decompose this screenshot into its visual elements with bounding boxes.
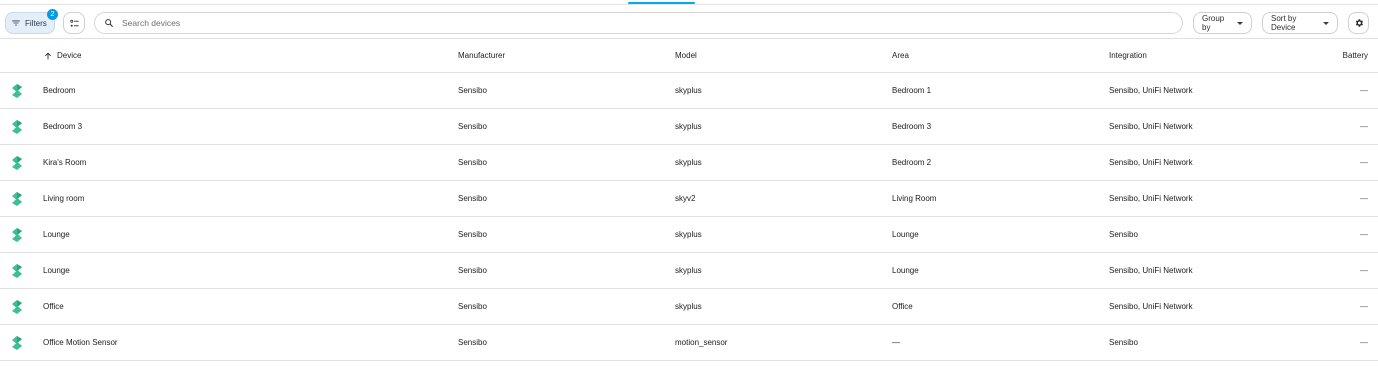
device-area: Bedroom 2 xyxy=(892,158,932,167)
device-name: Bedroom 3 xyxy=(43,122,83,131)
device-model: skyplus xyxy=(675,158,702,167)
table-row[interactable]: Kira's Room Sensibo skyplus Bedroom 2 Se… xyxy=(0,145,1378,181)
sensibo-logo-icon xyxy=(10,217,24,252)
sort-by-button[interactable]: Sort by Device xyxy=(1262,12,1338,34)
device-name: Office Motion Sensor xyxy=(43,338,118,347)
device-area: Office xyxy=(892,302,913,311)
device-battery: — xyxy=(1360,194,1368,203)
device-manufacturer: Sensibo xyxy=(458,230,487,239)
sort-by-label: Sort by Device xyxy=(1271,14,1297,32)
device-model: skyplus xyxy=(675,86,702,95)
device-battery: — xyxy=(1360,302,1368,311)
device-table-body: Bedroom Sensibo skyplus Bedroom 1 Sensib… xyxy=(0,73,1378,361)
sensibo-logo-icon xyxy=(10,109,24,144)
device-area: Lounge xyxy=(892,230,919,239)
device-integration: Sensibo, UniFi Network xyxy=(1109,302,1193,311)
device-area: Lounge xyxy=(892,266,919,275)
filters-count-badge: 2 xyxy=(47,9,58,20)
device-manufacturer: Sensibo xyxy=(458,86,487,95)
list-checks-icon xyxy=(69,19,79,27)
table-row[interactable]: Bedroom 3 Sensibo skyplus Bedroom 3 Sens… xyxy=(0,109,1378,145)
device-manufacturer: Sensibo xyxy=(458,122,487,131)
search-box xyxy=(94,12,1183,34)
column-header-manufacturer[interactable]: Manufacturer xyxy=(458,39,505,72)
device-model: skyv2 xyxy=(675,194,696,203)
device-name: Living room xyxy=(43,194,85,203)
device-integration: Sensibo xyxy=(1109,230,1138,239)
device-manufacturer: Sensibo xyxy=(458,302,487,311)
device-battery: — xyxy=(1360,158,1368,167)
settings-button[interactable] xyxy=(1348,12,1369,34)
selection-mode-button[interactable] xyxy=(63,12,85,34)
device-name: Lounge xyxy=(43,230,70,239)
device-integration: Sensibo xyxy=(1109,338,1138,347)
sensibo-logo-icon xyxy=(10,181,24,216)
column-header-integration[interactable]: Integration xyxy=(1109,39,1147,72)
device-manufacturer: Sensibo xyxy=(458,194,487,203)
device-battery: — xyxy=(1360,122,1368,131)
device-manufacturer: Sensibo xyxy=(458,266,487,275)
group-by-button[interactable]: Group by xyxy=(1193,12,1252,34)
column-header-battery[interactable]: Battery xyxy=(1343,39,1368,72)
device-model: motion_sensor xyxy=(675,338,728,347)
device-manufacturer: Sensibo xyxy=(458,158,487,167)
toolbar: Filters 2 Group by Sort by Device xyxy=(0,5,1378,38)
table-row[interactable]: Lounge Sensibo skyplus Lounge Sensibo, U… xyxy=(0,253,1378,289)
device-manufacturer: Sensibo xyxy=(458,338,487,347)
sensibo-logo-icon xyxy=(10,145,24,180)
device-name: Office xyxy=(43,302,64,311)
sensibo-logo-icon xyxy=(10,325,24,360)
table-row[interactable]: Living room Sensibo skyv2 Living Room Se… xyxy=(0,181,1378,217)
device-model: skyplus xyxy=(675,230,702,239)
sensibo-logo-icon xyxy=(10,289,24,324)
table-header: Device Manufacturer Model Area Integrati… xyxy=(0,39,1378,73)
device-area: Bedroom 1 xyxy=(892,86,932,95)
column-header-device-label: Device xyxy=(57,51,82,60)
table-row[interactable]: Office Sensibo skyplus Office Sensibo, U… xyxy=(0,289,1378,325)
table-row[interactable]: Lounge Sensibo skyplus Lounge Sensibo — xyxy=(0,217,1378,253)
filters-label: Filters xyxy=(25,18,47,28)
sensibo-logo-icon xyxy=(10,73,24,108)
device-area: Bedroom 3 xyxy=(892,122,932,131)
device-integration: Sensibo, UniFi Network xyxy=(1109,266,1193,275)
device-name: Kira's Room xyxy=(43,158,87,167)
caret-down-icon xyxy=(1237,21,1243,25)
device-integration: Sensibo, UniFi Network xyxy=(1109,86,1193,95)
group-by-label: Group by xyxy=(1202,14,1225,32)
column-header-area[interactable]: Area xyxy=(892,39,909,72)
filter-icon xyxy=(12,20,20,26)
device-battery: — xyxy=(1360,230,1368,239)
gear-icon xyxy=(1355,19,1363,27)
device-integration: Sensibo, UniFi Network xyxy=(1109,158,1193,167)
table-row[interactable]: Bedroom Sensibo skyplus Bedroom 1 Sensib… xyxy=(0,73,1378,109)
device-model: skyplus xyxy=(675,266,702,275)
column-header-device[interactable]: Device xyxy=(43,39,81,72)
column-header-model[interactable]: Model xyxy=(675,39,697,72)
table-row[interactable]: Office Motion Sensor Sensibo motion_sens… xyxy=(0,325,1378,361)
caret-down-icon xyxy=(1323,21,1329,25)
device-battery: — xyxy=(1360,266,1368,275)
device-model: skyplus xyxy=(675,122,702,131)
device-name: Lounge xyxy=(43,266,70,275)
device-integration: Sensibo, UniFi Network xyxy=(1109,122,1193,131)
device-model: skyplus xyxy=(675,302,702,311)
search-icon xyxy=(105,19,113,27)
device-battery: — xyxy=(1360,338,1368,347)
device-name: Bedroom xyxy=(43,86,76,95)
device-integration: Sensibo, UniFi Network xyxy=(1109,194,1193,203)
device-area: Living Room xyxy=(892,194,937,203)
arrow-up-icon xyxy=(45,52,51,59)
sensibo-logo-icon xyxy=(10,253,24,288)
search-input[interactable] xyxy=(122,18,1122,28)
device-battery: — xyxy=(1360,86,1368,95)
device-area: — xyxy=(892,338,900,347)
